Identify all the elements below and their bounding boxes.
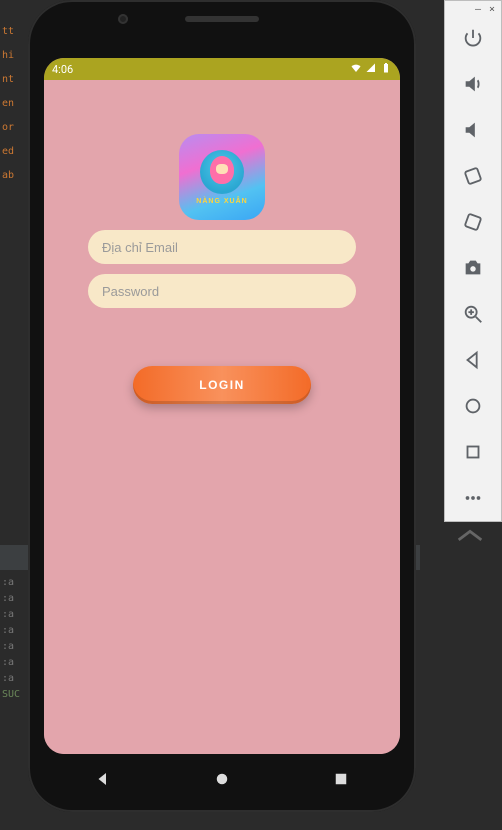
phone-speaker: [185, 16, 259, 22]
phone-screen: 4:06 NÀNG XUÂN LOGIN: [44, 58, 400, 754]
home-icon[interactable]: [453, 432, 493, 472]
volume-down-icon[interactable]: [453, 110, 493, 150]
emulator-window-controls: — ×: [445, 1, 501, 15]
nav-recents-icon[interactable]: [332, 770, 350, 792]
battery-icon: [380, 62, 392, 77]
login-button[interactable]: LOGIN: [133, 366, 311, 404]
mascot-icon: [200, 150, 244, 194]
nav-home-icon[interactable]: [213, 770, 231, 792]
nav-back-icon[interactable]: [94, 770, 112, 792]
status-time: 4:06: [52, 63, 73, 76]
app-logo: NÀNG XUÂN: [179, 134, 265, 220]
zoom-in-icon[interactable]: [453, 294, 493, 334]
phone-frame: 4:06 NÀNG XUÂN LOGIN: [28, 0, 416, 812]
password-field[interactable]: [88, 274, 356, 308]
login-screen: NÀNG XUÂN LOGIN: [44, 80, 400, 754]
more-icon[interactable]: [453, 478, 493, 518]
phone-camera: [118, 14, 128, 24]
email-field[interactable]: [88, 230, 356, 264]
wifi-icon: [350, 62, 362, 77]
back-icon[interactable]: [453, 340, 493, 380]
android-nav-bar: [44, 764, 400, 798]
camera-icon[interactable]: [453, 248, 493, 288]
window-minimize[interactable]: —: [475, 4, 481, 15]
overview-icon[interactable]: [453, 386, 493, 426]
rotate-right-icon[interactable]: [453, 202, 493, 242]
android-status-bar: 4:06: [44, 58, 400, 80]
ide-fold-arrow: [453, 520, 487, 558]
power-icon[interactable]: [453, 18, 493, 58]
volume-up-icon[interactable]: [453, 64, 493, 104]
emulator-toolbar: — ×: [444, 0, 502, 522]
window-close[interactable]: ×: [489, 4, 495, 15]
signal-icon: [365, 62, 377, 77]
rotate-left-icon[interactable]: [453, 156, 493, 196]
app-logo-label: NÀNG XUÂN: [196, 198, 247, 205]
